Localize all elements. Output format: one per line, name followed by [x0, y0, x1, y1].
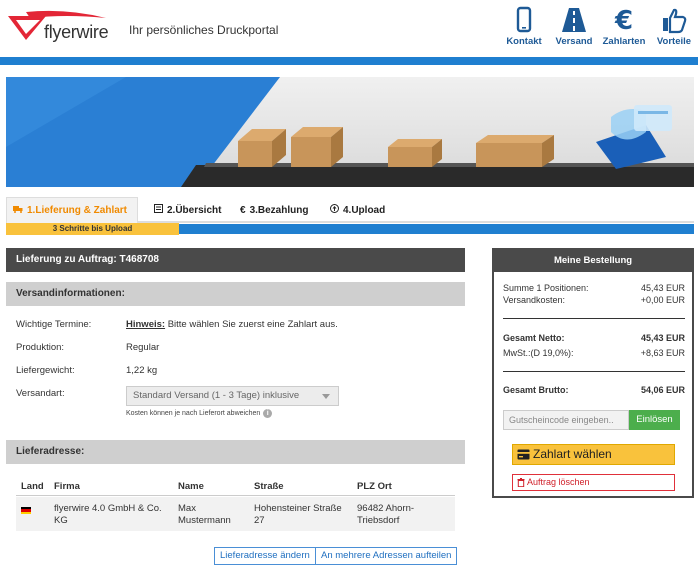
nav-label: Kontakt: [506, 36, 542, 47]
checkout-steps: 1.Lieferung & Zahlart 2.Übersicht € 3.Be…: [6, 197, 694, 223]
tab-label: 3.Bezahlung: [249, 204, 309, 216]
gross-row: Gesamt Brutto: 54,06 EUR: [503, 385, 685, 395]
chevron-down-icon: [322, 394, 330, 399]
weight-value: 1,22 kg: [126, 365, 158, 376]
euro-icon: €: [614, 6, 633, 34]
germany-flag-icon: [21, 507, 31, 514]
nav-label: Versand: [555, 36, 593, 47]
brand-name: flyerwire: [44, 22, 109, 42]
sum-value: 45,43 EUR: [640, 283, 685, 293]
hint-link[interactable]: Hinweis:: [126, 319, 165, 330]
truck-icon: [13, 205, 23, 216]
tab-label: 4.Upload: [343, 204, 386, 216]
field-label: Wichtige Termine:: [16, 319, 92, 330]
col-name: Name: [178, 481, 204, 492]
divider: [503, 371, 685, 372]
shipping-cost-label: Versandkosten:: [503, 295, 566, 305]
euro-icon: €: [240, 204, 246, 216]
net-label: Gesamt Netto:: [503, 333, 565, 343]
voucher-input[interactable]: Gutscheincode eingeben..: [503, 410, 629, 430]
shipping-method-select[interactable]: Standard Versand (1 - 3 Tage) inklusive: [126, 386, 339, 406]
gross-value: 54,06 EUR: [640, 385, 685, 395]
shipping-cost-note-text: Kosten können je nach Lieferort abweiche…: [126, 410, 261, 417]
nav-kontakt[interactable]: Kontakt: [500, 6, 548, 47]
conveyor-illustration: [6, 77, 694, 187]
tab-uebersicht[interactable]: 2.Übersicht: [148, 197, 227, 223]
cell-company: flyerwire 4.0 GmbH & Co. KG: [54, 503, 162, 526]
svg-text:€: €: [614, 6, 633, 34]
important-dates-value: Hinweis: Bitte wählen Sie zuerst eine Za…: [126, 319, 338, 330]
nav-label: Zahlarten: [602, 36, 646, 47]
shipping-cost-note: Kosten können je nach Lieferort abweiche…: [126, 409, 273, 418]
shipping-cost-row: Versandkosten: +0,00 EUR: [503, 295, 685, 305]
col-plz-ort: PLZ Ort: [357, 481, 392, 492]
order-summary: Meine Bestellung Summe 1 Positionen: 45,…: [492, 248, 694, 498]
net-row: Gesamt Netto: 45,43 EUR: [503, 333, 685, 343]
field-label: Versandart:: [16, 388, 65, 399]
hint-text: Bitte wählen Sie zuerst eine Zahlart aus…: [165, 319, 338, 330]
col-firma: Firma: [54, 481, 80, 492]
choose-payment-label: Zahlart wählen: [533, 447, 612, 461]
nav-zahlarten[interactable]: € Zahlarten: [600, 6, 648, 47]
upload-icon: [330, 204, 339, 216]
gross-label: Gesamt Brutto:: [503, 385, 569, 395]
vat-row: MwSt.:(D 19,0%): +8,63 EUR: [503, 348, 685, 358]
tab-label: 2.Übersicht: [167, 204, 222, 216]
hero-banner: [6, 77, 694, 187]
steps-remaining: 3 Schritte bis Upload: [6, 223, 179, 235]
col-strasse: Straße: [254, 481, 284, 492]
vat-value: +8,63 EUR: [640, 348, 685, 358]
tagline: Ihr persönliches Druckportal: [129, 23, 279, 37]
site-header: flyerwire Ihr persönliches Druckportal K…: [0, 0, 698, 58]
nav-versand[interactable]: Versand: [550, 6, 598, 47]
choose-payment-button[interactable]: Zahlart wählen: [512, 444, 675, 465]
split-address-button[interactable]: An mehrere Adressen aufteilen: [315, 547, 458, 565]
order-summary-title: Meine Bestellung: [494, 250, 692, 272]
phone-icon: [516, 6, 532, 33]
address-table-header: Land Firma Name Straße PLZ Ort: [16, 478, 455, 496]
shipping-cost-value: +0,00 EUR: [640, 295, 685, 305]
net-value: 45,43 EUR: [640, 333, 685, 343]
col-land: Land: [21, 481, 44, 492]
header-nav: Kontakt Versand € Zahlarten Vorteile: [498, 6, 698, 47]
nav-vorteile[interactable]: Vorteile: [650, 6, 698, 47]
field-label: Liefergewicht:: [16, 365, 75, 376]
tab-upload[interactable]: 4.Upload: [324, 197, 391, 223]
field-label: Produktion:: [16, 342, 65, 353]
table-row: flyerwire 4.0 GmbH & Co. KG Max Mustermann…: [16, 497, 455, 531]
change-address-button[interactable]: Lieferadresse ändern: [214, 547, 316, 565]
header-divider: [0, 57, 698, 65]
tab-bezahlung[interactable]: € 3.Bezahlung: [234, 197, 314, 223]
shipping-method-value: Standard Versand (1 - 3 Tage) inklusive: [133, 390, 300, 401]
info-icon[interactable]: i: [263, 409, 273, 418]
redeem-button[interactable]: Einlösen: [629, 410, 680, 430]
sum-label: Summe 1 Positionen:: [503, 283, 589, 293]
thumbs-up-icon: [663, 8, 687, 34]
credit-card-icon: [517, 449, 530, 460]
steps-progress-line: [179, 224, 694, 234]
cell-name: Max Mustermann: [178, 503, 231, 526]
flyerwire-logo[interactable]: flyerwire: [6, 10, 116, 46]
divider: [503, 318, 685, 319]
cell-street: Hohensteiner Straße 27: [254, 503, 342, 526]
delete-order-label: Auftrag löschen: [527, 477, 590, 487]
nav-label: Vorteile: [656, 36, 692, 47]
address-section-head: Lieferadresse:: [6, 440, 465, 464]
tab-lieferung[interactable]: 1.Lieferung & Zahlart: [6, 197, 138, 223]
sum-row: Summe 1 Positionen: 45,43 EUR: [503, 283, 685, 293]
road-icon: [562, 8, 586, 32]
cell-city: 96482 Ahorn- Triebsdorf: [357, 503, 415, 526]
delete-order-button[interactable]: Auftrag löschen: [512, 474, 675, 491]
vat-label: MwSt.:(D 19,0%):: [503, 348, 574, 358]
trash-icon: [517, 478, 525, 487]
shipping-section-head: Versandinformationen:: [6, 282, 465, 306]
tab-label: 1.Lieferung & Zahlart: [27, 205, 128, 216]
production-value: Regular: [126, 342, 160, 353]
delivery-title: Lieferung zu Auftrag: T468708: [6, 248, 465, 272]
list-icon: [154, 204, 163, 216]
